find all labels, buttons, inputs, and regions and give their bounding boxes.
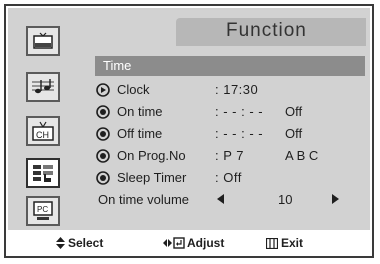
footer-exit: Exit — [266, 236, 303, 250]
dot-bullet-icon — [96, 149, 110, 163]
dot-bullet-icon — [96, 105, 110, 119]
row-value: : P 7 — [215, 148, 245, 163]
left-right-enter-icon — [163, 237, 185, 249]
function-icon[interactable] — [26, 158, 60, 188]
row-label: Clock — [117, 82, 150, 97]
menu-row-sleep-timer[interactable]: Sleep Timer : Off — [95, 168, 365, 188]
row-value: : Off — [215, 170, 242, 185]
menu-row-off-time[interactable]: Off time : - - : - - Off — [95, 124, 365, 144]
play-bullet-icon — [96, 83, 110, 97]
row-label: Sleep Timer — [117, 170, 187, 185]
menu-row-clock[interactable]: Clock : 17:30 — [95, 80, 365, 100]
menu-row-on-prog-no[interactable]: On Prog.No : P 7 A B C — [95, 146, 365, 166]
row-label: On Prog.No — [117, 148, 186, 163]
pc-icon-label: PC — [37, 205, 48, 214]
section-title: Time — [103, 58, 132, 73]
volume-value: 10 — [278, 192, 293, 207]
channel-icon-label: CH — [36, 130, 49, 140]
row-status: Off — [285, 104, 303, 119]
row-label: On time — [117, 104, 163, 119]
sound-icon[interactable] — [26, 72, 60, 102]
dot-bullet-icon — [96, 171, 110, 185]
menu-sidebar: CH PC — [8, 8, 86, 230]
footer-adjust: Adjust — [163, 236, 224, 250]
footer-adjust-label: Adjust — [187, 236, 225, 250]
picture-icon[interactable] — [26, 26, 60, 56]
footer-select: Select — [56, 236, 103, 250]
row-label: Off time — [117, 126, 163, 141]
footer-exit-label: Exit — [281, 236, 304, 250]
sound-glyph — [32, 79, 54, 94]
row-status: Off — [285, 126, 303, 141]
section-header-time: Time — [95, 56, 365, 76]
function-glyph — [33, 165, 53, 182]
menu-row-on-time[interactable]: On time : - - : - - Off — [95, 102, 365, 122]
volume-increase-icon[interactable] — [331, 193, 341, 205]
page-title: Function — [226, 20, 307, 41]
pc-glyph: PC — [33, 201, 53, 220]
menu-row-on-time-volume[interactable]: On time volume 10 — [95, 190, 365, 210]
row-value: : - - : - - — [215, 104, 264, 119]
footer-help-bar: Select Adjust Exit — [8, 232, 370, 256]
row-value: : - - : - - — [215, 126, 264, 141]
row-label: On time volume — [98, 192, 190, 207]
row-value: : 17:30 — [215, 82, 259, 97]
menu-exit-icon — [266, 237, 278, 249]
picture-glyph — [33, 32, 53, 49]
row-channel-name: A B C — [285, 148, 319, 163]
dot-bullet-icon — [96, 127, 110, 141]
footer-select-label: Select — [68, 236, 104, 250]
channel-glyph: CH — [32, 121, 54, 141]
pc-icon[interactable]: PC — [26, 196, 60, 226]
menu-panel: CH PC Function Time Clock: 17:30 On tim… — [8, 8, 370, 230]
volume-decrease-icon[interactable] — [215, 193, 225, 205]
channel-icon[interactable]: CH — [26, 116, 60, 146]
menu-content: Function Time Clock : 17:30 On time : - … — [86, 8, 366, 230]
up-down-icon — [56, 237, 65, 249]
